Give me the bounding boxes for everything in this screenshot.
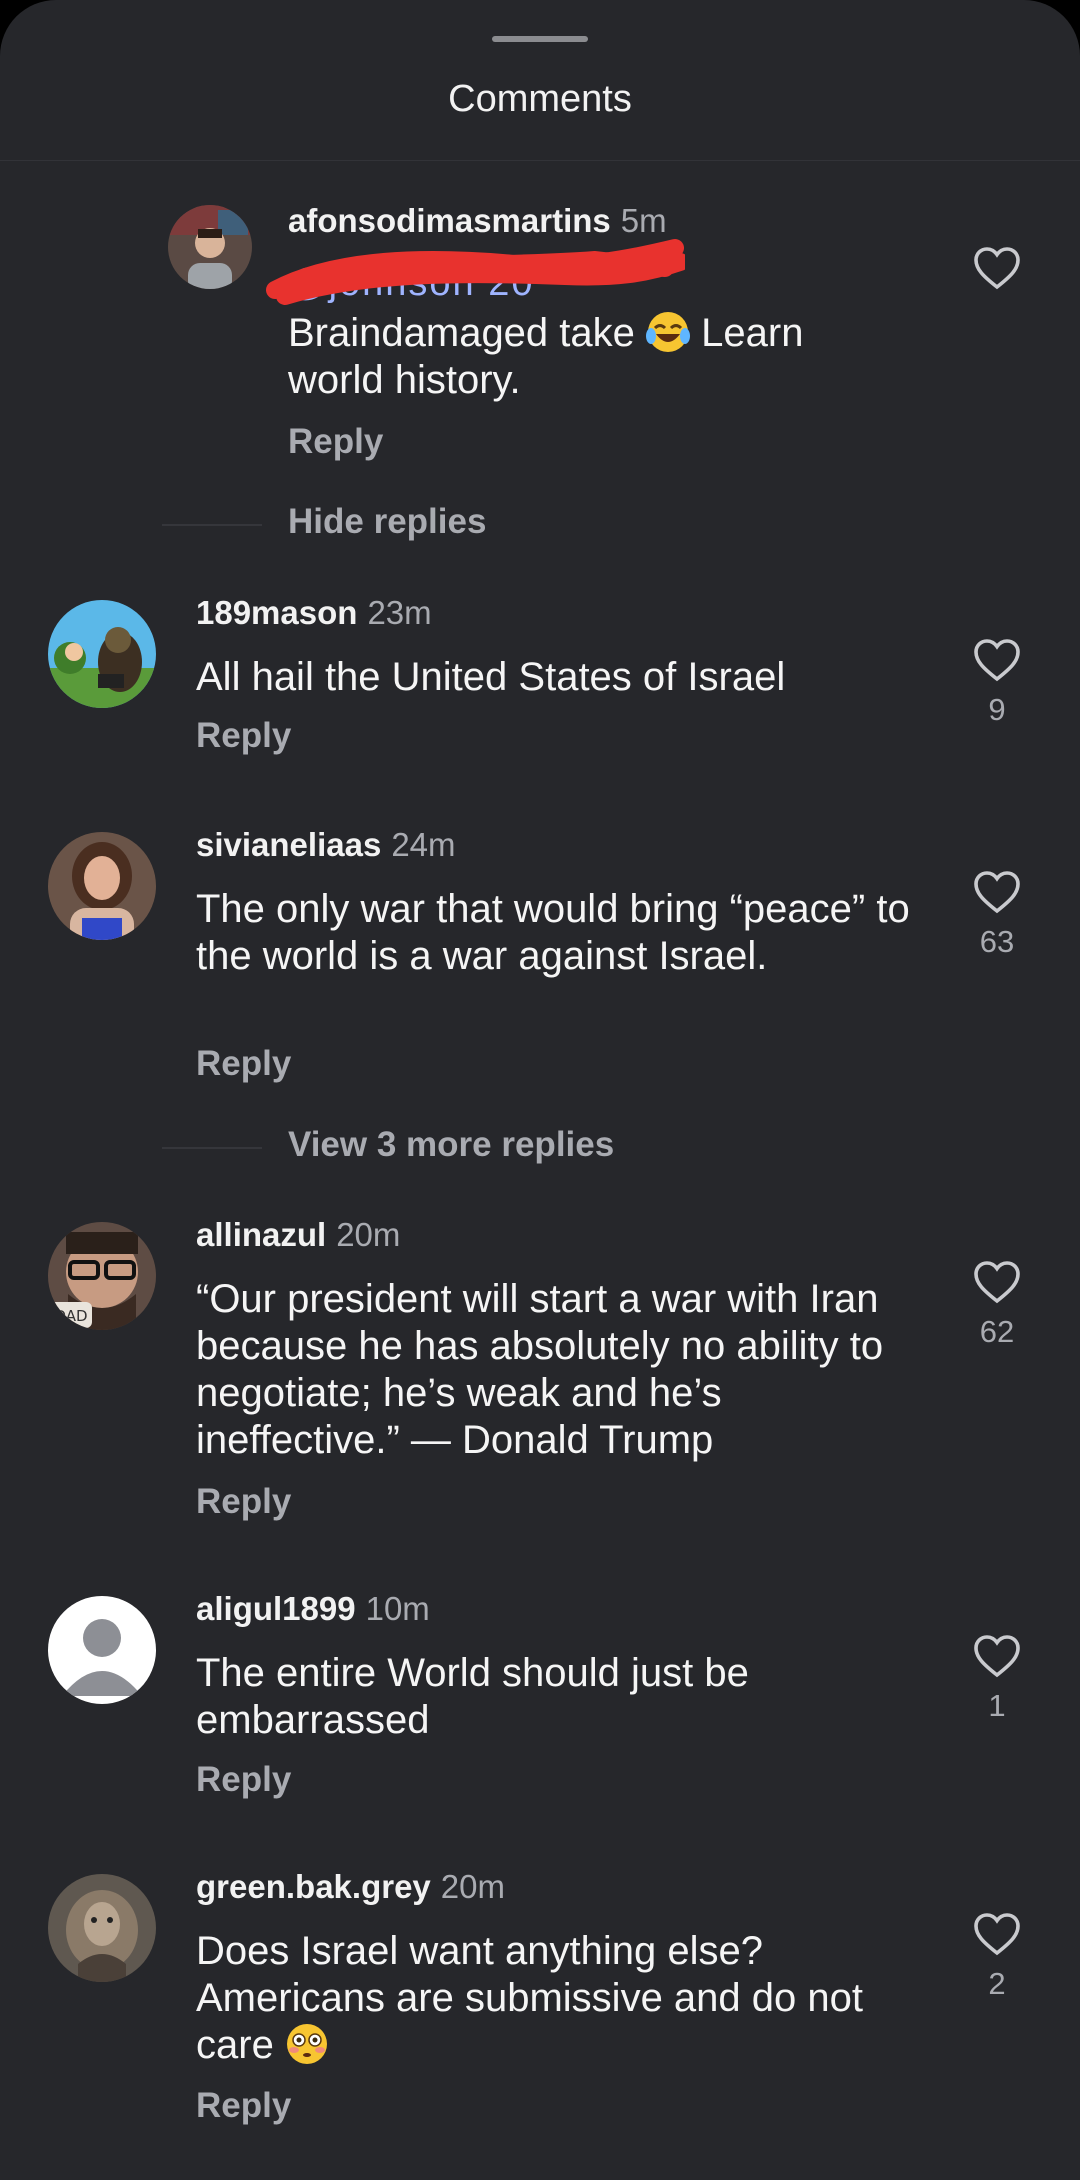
like-button[interactable]: 1 — [970, 1634, 1024, 1724]
heart-icon — [974, 247, 1020, 290]
header-divider — [0, 160, 1080, 161]
heart-icon — [974, 1635, 1020, 1678]
view-more-replies-label[interactable]: View 3 more replies — [288, 1125, 614, 1165]
thread-line — [162, 524, 262, 526]
comment-username[interactable]: green.bak.grey — [196, 1868, 431, 1905]
avatar[interactable] — [48, 600, 156, 708]
reply-button[interactable]: Reply — [196, 2086, 291, 2126]
redaction-scribble — [266, 239, 685, 305]
like-button[interactable] — [970, 246, 1024, 290]
comment-meta: aligul1899 10m — [196, 1590, 430, 1628]
avatar[interactable]: DAD — [48, 1222, 156, 1330]
like-count: 9 — [988, 692, 1006, 727]
comment-meta: allinazul 20m — [196, 1216, 400, 1254]
comment-username[interactable]: aligul1899 — [196, 1590, 356, 1627]
comment-meta: afonsodimasmartins 5m — [288, 202, 667, 240]
comment-meta: green.bak.grey 20m — [196, 1868, 505, 1906]
like-count: 1 — [988, 1688, 1006, 1723]
sheet-title: Comments — [448, 78, 632, 120]
default-avatar-icon — [48, 1596, 156, 1704]
user-photo-icon — [168, 205, 252, 289]
like-count: 62 — [979, 1314, 1015, 1349]
avatar-badge-text: DAD — [54, 1307, 87, 1325]
user-photo-icon — [48, 832, 156, 940]
comment-username[interactable]: allinazul — [196, 1216, 326, 1253]
avatar[interactable] — [48, 832, 156, 940]
comment-timestamp: 20m — [440, 1868, 505, 1905]
avatar[interactable] — [168, 205, 252, 289]
comment-text: The only war that would bring “peace” to… — [196, 887, 910, 978]
comment-text: Does Israel want anything else? American… — [196, 1928, 896, 2069]
flushed-face-emoji-icon — [286, 2024, 327, 2064]
like-button[interactable]: 63 — [970, 870, 1024, 960]
comment-text: All hail the United States of Israel — [196, 655, 786, 699]
comment-text: “Our president will start a war with Ira… — [196, 1277, 884, 1462]
reply-button[interactable]: Reply — [196, 1482, 291, 1522]
user-photo-icon — [48, 1874, 156, 1982]
reply-button[interactable]: Reply — [196, 1044, 291, 1084]
avatar[interactable] — [48, 1874, 156, 1982]
reply-button[interactable]: Reply — [196, 716, 291, 756]
comment-timestamp: 10m — [365, 1590, 430, 1627]
thread-line — [162, 1147, 262, 1149]
like-count: 63 — [979, 924, 1015, 959]
heart-icon — [974, 1261, 1020, 1304]
comment-username[interactable]: afonsodimasmartins — [288, 202, 611, 239]
reply-button[interactable]: Reply — [288, 422, 383, 462]
tears-of-joy-emoji-icon — [646, 312, 691, 352]
comment-timestamp: 20m — [336, 1216, 401, 1253]
user-photo-icon: DAD — [48, 1222, 156, 1330]
comment-timestamp: 5m — [620, 202, 667, 239]
like-count: 2 — [988, 1966, 1006, 2001]
comment-text: The entire World should just be embarras… — [196, 1651, 749, 1742]
like-button[interactable]: 2 — [970, 1912, 1024, 2002]
comment-timestamp: 24m — [391, 826, 456, 863]
comment-username[interactable]: sivianeliaas — [196, 826, 381, 863]
like-button[interactable]: 9 — [970, 638, 1024, 728]
comment-text-part: Braindamaged take — [288, 311, 647, 355]
comment-timestamp: 23m — [367, 594, 432, 631]
comment-username[interactable]: 189mason — [196, 594, 357, 631]
avatar[interactable] — [48, 1596, 156, 1704]
heart-icon — [974, 871, 1020, 914]
comment-text: Braindamaged take Learn world history. — [288, 310, 888, 404]
like-button[interactable]: 62 — [970, 1260, 1024, 1350]
reply-button[interactable]: Reply — [196, 1760, 291, 1800]
comments-sheet: Comments afonsodimasmartins 5m @johnson 2… — [0, 0, 1080, 2180]
heart-icon — [974, 639, 1020, 682]
hide-replies-label[interactable]: Hide replies — [288, 502, 486, 542]
heart-icon — [974, 1913, 1020, 1956]
cartoon-avatar-icon — [48, 600, 156, 708]
sheet-drag-handle[interactable] — [492, 36, 588, 42]
comment-meta: 189mason 23m — [196, 594, 432, 632]
comment-meta: sivianeliaas 24m — [196, 826, 456, 864]
